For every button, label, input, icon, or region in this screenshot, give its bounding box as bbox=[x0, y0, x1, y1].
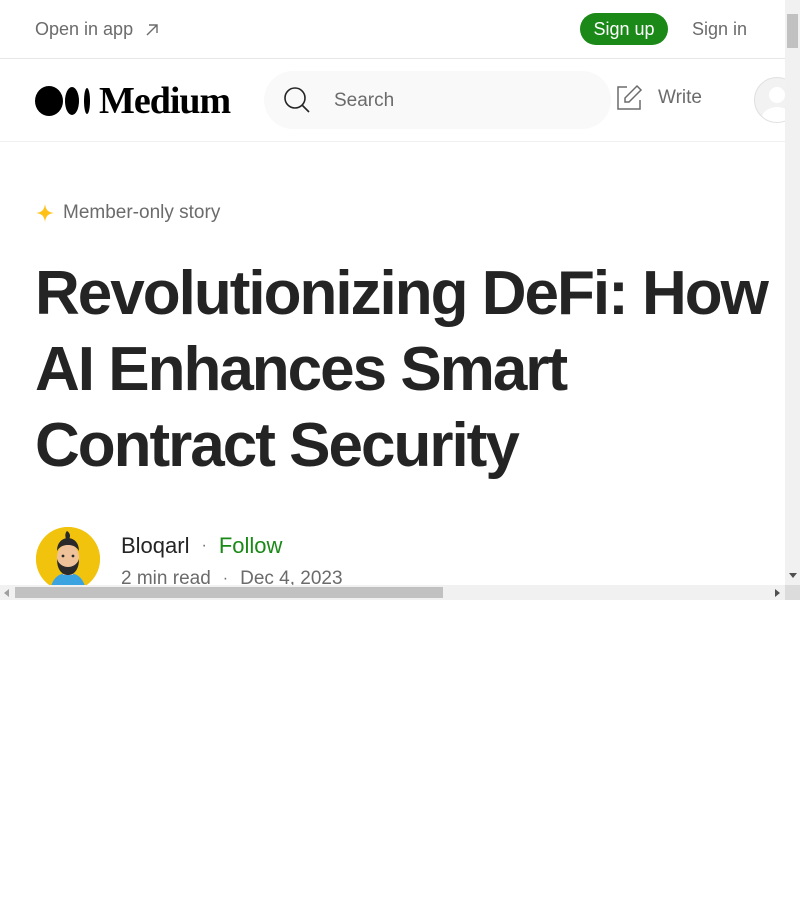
author-avatar-illustration bbox=[36, 527, 100, 585]
follow-button[interactable]: Follow bbox=[219, 533, 283, 559]
scroll-down-arrow-icon[interactable] bbox=[789, 573, 797, 578]
write-icon bbox=[617, 84, 643, 110]
nav-bar: Medium Write bbox=[0, 59, 785, 142]
read-time: 2 min read bbox=[121, 568, 211, 585]
horizontal-scroll-thumb[interactable] bbox=[15, 587, 443, 598]
write-label: Write bbox=[658, 87, 702, 108]
user-avatar-icon bbox=[762, 87, 785, 122]
sign-up-button[interactable]: Sign up bbox=[580, 13, 668, 45]
scroll-left-arrow-icon[interactable] bbox=[4, 589, 9, 597]
write-button[interactable]: Write bbox=[614, 83, 702, 113]
sign-in-link[interactable]: Sign in bbox=[692, 19, 747, 40]
sparkle-icon bbox=[36, 204, 54, 222]
page-content: Open in app Sign up Sign in Medium Searc… bbox=[0, 0, 785, 585]
author-line: Bloqarl · Follow bbox=[121, 533, 282, 559]
scrollbar-corner bbox=[785, 585, 800, 600]
horizontal-scrollbar[interactable] bbox=[0, 585, 785, 600]
scroll-right-arrow-icon[interactable] bbox=[775, 589, 780, 597]
author-avatar[interactable] bbox=[36, 527, 100, 585]
medium-logo-icon bbox=[35, 86, 90, 116]
publish-date: Dec 4, 2023 bbox=[240, 568, 343, 585]
vertical-scrollbar[interactable] bbox=[785, 0, 800, 585]
author-name[interactable]: Bloqarl bbox=[121, 533, 189, 559]
open-in-app-label: Open in app bbox=[35, 19, 134, 39]
search-bar[interactable] bbox=[264, 71, 611, 129]
vertical-scroll-thumb[interactable] bbox=[787, 14, 798, 48]
arrow-up-right-icon bbox=[146, 23, 158, 35]
medium-logo-text: Medium bbox=[99, 80, 231, 122]
top-bar: Open in app Sign up Sign in bbox=[0, 0, 785, 59]
open-in-app-link[interactable]: Open in app bbox=[35, 19, 161, 40]
search-icon bbox=[284, 87, 310, 113]
member-only-badge: Member-only story bbox=[35, 202, 220, 224]
medium-logo[interactable]: Medium bbox=[35, 80, 231, 122]
profile-avatar[interactable] bbox=[754, 77, 785, 123]
member-only-label: Member-only story bbox=[63, 202, 221, 223]
browser-viewport: Open in app Sign up Sign in Medium Searc… bbox=[0, 0, 800, 600]
separator-dot: · bbox=[201, 537, 207, 554]
article-meta: 2 min read · Dec 4, 2023 bbox=[121, 568, 343, 585]
sign-up-label: Sign up bbox=[593, 18, 655, 39]
article-title: Revolutionizing DeFi: How AI Enhances Sm… bbox=[35, 259, 769, 480]
separator-dot: · bbox=[222, 570, 229, 585]
search-input[interactable] bbox=[332, 85, 596, 117]
